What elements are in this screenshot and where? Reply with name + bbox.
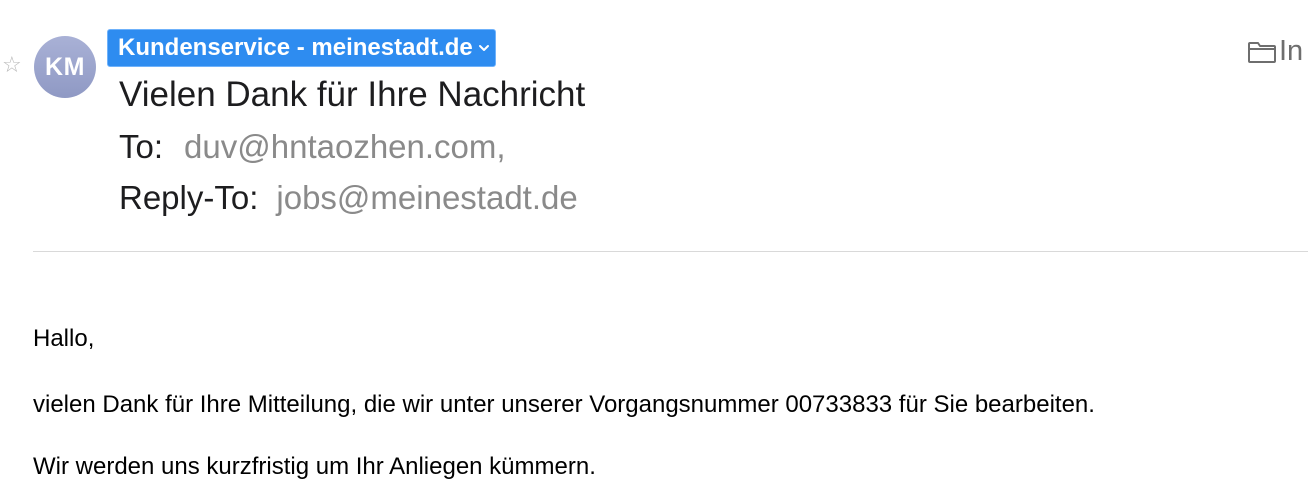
sender-name: Kundenservice - meinestadt.de: [118, 34, 473, 61]
body-paragraph-followup: Wir werden uns kurzfristig um Ihr Anlieg…: [33, 453, 596, 480]
mailbox-indicator[interactable]: In: [1246, 34, 1303, 68]
chevron-down-icon: [478, 45, 489, 51]
avatar: KM: [34, 36, 96, 98]
to-address[interactable]: duv@hntaozhen.com,: [184, 127, 506, 167]
header-divider: [33, 251, 1308, 252]
sender-button[interactable]: Kundenservice - meinestadt.de: [107, 29, 496, 67]
to-row: To: duv@hntaozhen.com,: [119, 127, 506, 167]
body-paragraph-greeting: Hallo,: [33, 325, 95, 352]
avatar-initials: KM: [45, 52, 85, 81]
reply-to-label: Reply-To:: [119, 179, 259, 216]
reply-to-address[interactable]: jobs@meinestadt.de: [276, 178, 577, 218]
folder-icon: [1248, 42, 1276, 63]
to-label: To:: [119, 128, 164, 165]
reply-to-row: Reply-To: jobs@meinestadt.de: [119, 178, 578, 218]
body-paragraph-reference: vielen Dank für Ihre Mitteilung, die wir…: [33, 391, 1095, 418]
mailbox-label: In: [1279, 35, 1304, 67]
star-icon[interactable]: ☆: [2, 55, 22, 77]
message-subject: Vielen Dank für Ihre Nachricht: [119, 75, 586, 114]
